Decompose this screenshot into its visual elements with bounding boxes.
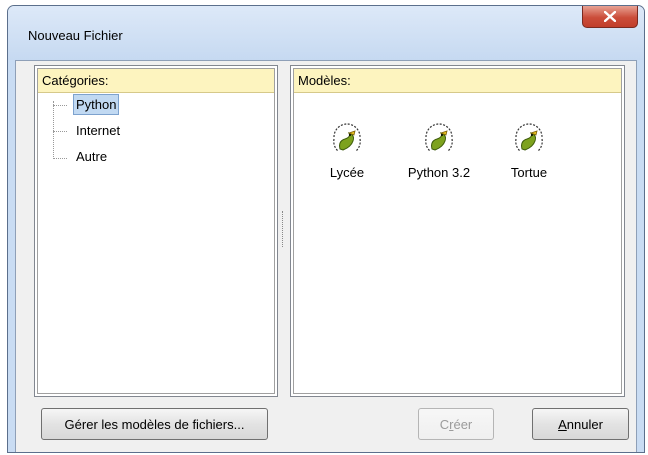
manage-templates-label: Gérer les modèles de fichiers... xyxy=(64,416,245,432)
templates-header: Modèles: xyxy=(294,69,621,93)
dialog-title: Nouveau Fichier xyxy=(28,28,123,43)
create-label-prefix: C xyxy=(439,416,450,432)
template-item-lycee[interactable]: Lycée xyxy=(302,123,392,180)
template-label: Tortue xyxy=(510,165,548,180)
cancel-button[interactable]: Annuler xyxy=(532,408,629,440)
template-label: Lycée xyxy=(329,165,365,180)
tree-branch xyxy=(53,131,67,132)
amiens-python-logo-icon xyxy=(333,123,361,152)
new-file-dialog: Nouveau Fichier Catégories: Python Inter… xyxy=(7,5,645,453)
categories-panel: Catégories: Python Internet Autre xyxy=(34,65,278,397)
templates-panel: Modèles: Lycée Python 3.2 Tortue xyxy=(290,65,625,397)
tree-line xyxy=(53,101,54,159)
category-label: Internet xyxy=(76,123,121,138)
template-item-python-3-2[interactable]: Python 3.2 xyxy=(394,123,484,180)
manage-templates-button[interactable]: Gérer les modèles de fichiers... xyxy=(41,408,268,440)
cancel-label-suffix: nnuler xyxy=(566,416,603,432)
create-label-suffix: éer xyxy=(453,416,473,432)
title-bar[interactable]: Nouveau Fichier xyxy=(8,6,644,60)
categories-header: Catégories: xyxy=(38,69,274,93)
category-label: Autre xyxy=(76,149,108,164)
amiens-python-logo-icon xyxy=(515,123,543,152)
tree-branch xyxy=(53,158,67,159)
template-label: Python 3.2 xyxy=(407,165,471,180)
tree-branch xyxy=(53,105,67,106)
cancel-label-mnemonic: A xyxy=(558,416,567,432)
dialog-client-area: Catégories: Python Internet Autre Modèle… xyxy=(15,60,637,452)
category-label: Python xyxy=(73,94,120,115)
amiens-python-logo-icon xyxy=(425,123,453,152)
create-button[interactable]: Cr éer xyxy=(418,408,494,440)
close-icon xyxy=(604,11,616,22)
template-item-tortue[interactable]: Tortue xyxy=(484,123,574,180)
splitter-handle[interactable] xyxy=(282,211,286,247)
close-button[interactable] xyxy=(582,6,638,28)
